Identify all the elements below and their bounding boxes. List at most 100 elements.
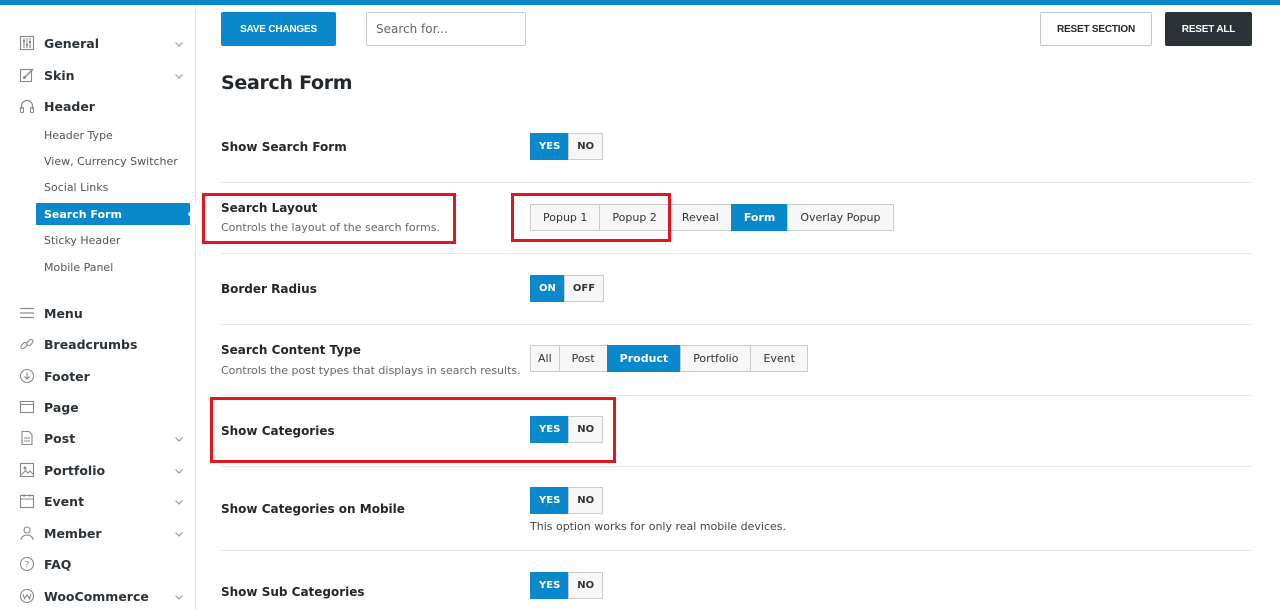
sidebar-sub-search-form[interactable]: Search Form bbox=[36, 203, 196, 225]
chevron-down-icon[interactable] bbox=[172, 36, 186, 50]
setting-description: Controls the post types that displays in… bbox=[221, 364, 521, 377]
option-yes[interactable]: YES bbox=[530, 487, 570, 514]
sidebar-sub-label: Mobile Panel bbox=[44, 260, 114, 274]
setting-title: Show Search Form bbox=[221, 140, 347, 154]
chevron-down-icon[interactable] bbox=[172, 431, 186, 445]
sidebar-sub-label: Sticky Header bbox=[44, 233, 121, 247]
option-reveal[interactable]: Reveal bbox=[668, 204, 732, 231]
option-off[interactable]: OFF bbox=[563, 275, 605, 302]
sidebar-item-label: Menu bbox=[44, 305, 83, 321]
chevron-down-icon[interactable] bbox=[172, 68, 186, 82]
option-product[interactable]: Product bbox=[606, 345, 682, 372]
sidebar-item-breadcrumbs[interactable]: Breadcrumbs bbox=[0, 331, 196, 357]
sidebar-item-general[interactable]: General bbox=[0, 30, 196, 56]
portfolio-icon bbox=[18, 461, 36, 479]
chevron-down-icon[interactable] bbox=[172, 494, 186, 508]
arrow-down-circle-icon bbox=[18, 367, 36, 385]
setting-note: This option works for only real mobile d… bbox=[530, 520, 786, 533]
sidebar-sub-label: Social Links bbox=[44, 180, 109, 194]
sidebar-item-member[interactable]: Member bbox=[0, 520, 196, 546]
sidebar-item-label: Header bbox=[44, 98, 95, 114]
sidebar-item-portfolio[interactable]: Portfolio bbox=[0, 457, 196, 483]
option-yes[interactable]: YES bbox=[530, 416, 570, 443]
option-no[interactable]: NO bbox=[568, 416, 604, 443]
sidebar-sub-label: Header Type bbox=[44, 128, 113, 142]
chevron-down-icon[interactable] bbox=[172, 526, 186, 540]
setting-title: Search Layout bbox=[221, 201, 318, 215]
option-post[interactable]: Post bbox=[558, 345, 608, 372]
sidebar-item-woocommerce[interactable]: WooCommerce bbox=[0, 583, 196, 609]
sidebar-item-label: Member bbox=[44, 525, 102, 541]
menu-icon bbox=[18, 304, 36, 322]
toggle-show-categories: YES NO bbox=[530, 416, 604, 443]
link-icon bbox=[18, 335, 36, 353]
sidebar-item-label: General bbox=[44, 35, 99, 51]
sidebar-item-label: Portfolio bbox=[44, 462, 106, 478]
setting-title: Border Radius bbox=[221, 282, 317, 296]
setting-description: Controls the layout of the search forms. bbox=[221, 221, 440, 234]
chevron-down-icon[interactable] bbox=[172, 463, 186, 477]
sidebar-item-label: Footer bbox=[44, 368, 90, 384]
setting-row-show-search-form: Show Search Form YES NO bbox=[221, 118, 1251, 183]
option-portfolio[interactable]: Portfolio bbox=[680, 345, 752, 372]
sidebar-item-menu[interactable]: Menu bbox=[0, 300, 196, 326]
window-icon bbox=[18, 398, 36, 416]
svg-text:?: ? bbox=[25, 561, 30, 571]
toggle-show-sub-categories: YES NO bbox=[530, 572, 604, 599]
option-popup-2[interactable]: Popup 2 bbox=[599, 204, 670, 231]
option-no[interactable]: NO bbox=[568, 487, 604, 514]
option-yes[interactable]: YES bbox=[530, 133, 570, 160]
sidebar-item-page[interactable]: Page bbox=[0, 394, 196, 420]
sidebar-sub-label: Search Form bbox=[44, 207, 122, 221]
option-overlay-popup[interactable]: Overlay Popup bbox=[787, 204, 894, 231]
sidebar-item-post[interactable]: Post bbox=[0, 425, 196, 451]
sidebar-sub-mobile-panel[interactable]: Mobile Panel bbox=[36, 256, 196, 278]
headphones-icon bbox=[18, 97, 36, 115]
option-yes[interactable]: YES bbox=[530, 572, 570, 599]
main-panel: SAVE CHANGES RESET SECTION RESET ALL Sea… bbox=[197, 5, 1280, 610]
question-icon: ? bbox=[18, 555, 36, 573]
sidebar-item-label: FAQ bbox=[44, 556, 72, 572]
sidebar-item-label: WooCommerce bbox=[44, 588, 149, 604]
option-form[interactable]: Form bbox=[730, 204, 789, 231]
brush-icon bbox=[18, 66, 36, 84]
reset-all-button[interactable]: RESET ALL bbox=[1165, 12, 1252, 46]
sidebar-item-footer[interactable]: Footer bbox=[0, 363, 196, 389]
option-event[interactable]: Event bbox=[750, 345, 808, 372]
calendar-icon bbox=[18, 492, 36, 510]
setting-title: Show Categories on Mobile bbox=[221, 502, 405, 516]
sidebar-sub-view-currency-switcher[interactable]: View, Currency Switcher bbox=[36, 150, 196, 172]
toggle-show-search-form: YES NO bbox=[530, 133, 604, 160]
setting-row-search-content-type: Search Content Type Controls the post ty… bbox=[221, 325, 1251, 396]
search-input[interactable] bbox=[366, 12, 526, 46]
setting-row-show-categories-mobile: Show Categories on Mobile YES NO This op… bbox=[221, 467, 1251, 551]
option-no[interactable]: NO bbox=[568, 133, 604, 160]
setting-title: Show Sub Categories bbox=[221, 585, 365, 599]
sidebar: General Skin Header Header Type View, Cu… bbox=[0, 5, 196, 610]
setting-row-show-sub-categories: Show Sub Categories YES NO bbox=[221, 551, 1251, 610]
toggle-border-radius: ON OFF bbox=[530, 275, 605, 302]
option-no[interactable]: NO bbox=[568, 572, 604, 599]
chevron-down-icon[interactable] bbox=[172, 589, 186, 603]
sidebar-item-event[interactable]: Event bbox=[0, 488, 196, 514]
sidebar-sub-sticky-header[interactable]: Sticky Header bbox=[36, 229, 196, 251]
setting-title: Search Content Type bbox=[221, 343, 361, 357]
button-group-search-layout: Popup 1 Popup 2 Reveal Form Overlay Popu… bbox=[530, 204, 894, 231]
sidebar-item-label: Event bbox=[44, 493, 85, 509]
sidebar-sub-label: View, Currency Switcher bbox=[44, 154, 178, 168]
sidebar-item-faq[interactable]: ? FAQ bbox=[0, 551, 196, 577]
option-on[interactable]: ON bbox=[530, 275, 565, 302]
sidebar-item-skin[interactable]: Skin bbox=[0, 62, 196, 88]
save-changes-button[interactable]: SAVE CHANGES bbox=[221, 12, 336, 46]
reset-section-button[interactable]: RESET SECTION bbox=[1040, 12, 1152, 46]
sidebar-item-label: Skin bbox=[44, 67, 75, 83]
page-title: Search Form bbox=[221, 72, 353, 94]
sidebar-item-header[interactable]: Header bbox=[0, 93, 196, 119]
option-popup-1[interactable]: Popup 1 bbox=[530, 204, 601, 231]
option-all[interactable]: All bbox=[530, 345, 560, 372]
sidebar-sub-social-links[interactable]: Social Links bbox=[36, 176, 196, 198]
user-icon bbox=[18, 524, 36, 542]
sidebar-item-label: Page bbox=[44, 399, 79, 415]
setting-row-border-radius: Border Radius ON OFF bbox=[221, 254, 1251, 325]
sidebar-sub-header-type[interactable]: Header Type bbox=[36, 124, 196, 146]
